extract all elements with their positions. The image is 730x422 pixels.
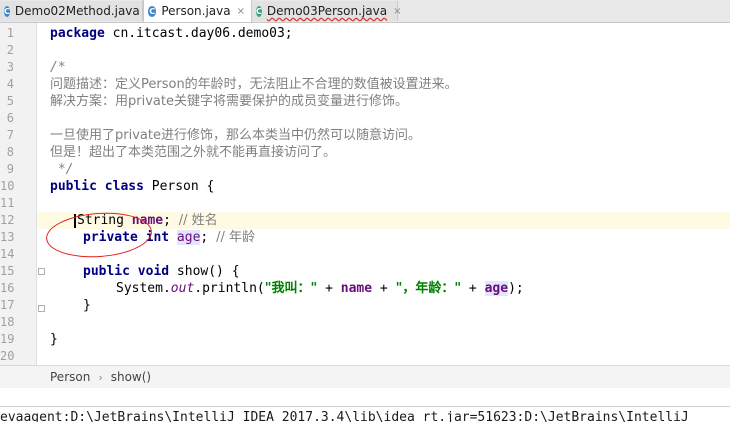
code-text: + [317, 281, 341, 296]
line-number: 9 [6, 162, 14, 176]
breadcrumb-item-method[interactable]: show() [107, 370, 155, 384]
line-number: 11 [0, 196, 15, 210]
code-text: ; [163, 213, 179, 228]
field-name: age [484, 281, 509, 296]
line-number: 7 [6, 128, 14, 142]
java-class-icon: C [148, 5, 157, 17]
chevron-right-icon: › [98, 370, 103, 384]
java-class-icon: C [256, 5, 262, 17]
line-number: 1 [6, 26, 14, 40]
comment: // 姓名 [178, 213, 218, 228]
code-text: } [50, 332, 58, 347]
code-line: /* [37, 59, 730, 76]
line-number: 16 [0, 281, 15, 295]
code-text: .println( [194, 281, 265, 296]
comment: // 年龄 [216, 230, 255, 245]
code-line: } [37, 331, 730, 348]
line-number: 20 [0, 349, 15, 363]
code-line: 问题描述：定义Person的年龄时，无法阻止不合理的数值被设置进来。 [37, 76, 730, 93]
comment: 问题描述：定义Person的年龄时，无法阻止不合理的数值被设置进来。 [50, 77, 458, 92]
line-number: 5 [6, 94, 14, 108]
code-text: System. [116, 281, 171, 296]
code-line: package cn.itcast.day06.demo03; [37, 25, 730, 42]
tab-label: Person.java [161, 4, 231, 18]
code-text: + [372, 281, 396, 296]
code-text: cn.itcast.day06.demo03; [104, 26, 293, 41]
code-line-current: String name; // 姓名 [37, 212, 730, 229]
line-number: 4 [6, 77, 14, 91]
line-number: 13 [0, 230, 15, 244]
comment: 一旦使用了private进行修饰，那么本类当中仍然可以随意访问。 [50, 128, 421, 143]
close-icon[interactable]: × [393, 6, 401, 17]
close-icon[interactable]: × [237, 6, 245, 17]
code-line: } [37, 297, 730, 314]
comment: 但是！超出了本类范围之外就不能再直接访问了。 [50, 145, 337, 160]
line-number: 19 [0, 332, 15, 346]
line-number-gutter[interactable]: 1 2 3 4 5 6 7 8 9 10 11 12 13 14 15 16 1… [0, 23, 37, 365]
line-number: 12 [0, 213, 15, 227]
code-text: show() { [169, 264, 240, 279]
editor-tab-bar: C Demo02Method.java × C Person.java × C … [0, 0, 730, 23]
tab-person[interactable]: C Person.java × [143, 0, 252, 22]
string-literal: "我叫：" [264, 281, 318, 296]
code-line: */ [37, 161, 730, 178]
comment: 解决方案：用private关键字将需要保护的成员变量进行修饰。 [50, 94, 408, 109]
field-name: age [176, 230, 201, 245]
breadcrumb: Person › show() [0, 365, 730, 388]
code-editor[interactable]: package cn.itcast.day06.demo03; /* 问题描述：… [37, 23, 730, 365]
code-line: System.out.println("我叫：" + name + "，年龄："… [37, 280, 730, 297]
line-number: 10 [0, 179, 15, 193]
comment: /* [50, 60, 66, 75]
line-number: 2 [6, 43, 14, 57]
keyword: public void [83, 264, 170, 279]
line-number: 6 [6, 111, 14, 125]
line-number: 8 [6, 145, 14, 159]
keyword: package [50, 26, 105, 41]
keyword: private int [83, 230, 177, 245]
panel-divider [0, 388, 730, 406]
code-line: 解决方案：用private关键字将需要保护的成员变量进行修饰。 [37, 93, 730, 110]
code-line: 一旦使用了private进行修饰，那么本类当中仍然可以随意访问。 [37, 127, 730, 144]
run-console-output[interactable]: evaagent:D:\JetBrains\IntelliJ IDEA 2017… [0, 406, 730, 422]
field-name: name [340, 281, 373, 296]
code-line: 但是！超出了本类范围之外就不能再直接访问了。 [37, 144, 730, 161]
code-text: } [83, 298, 91, 313]
string-literal: "，年龄：" [395, 281, 462, 296]
tab-label: Demo03Person.java [266, 4, 388, 18]
line-number: 14 [0, 247, 15, 261]
code-text: String [77, 213, 132, 228]
code-text: ); [508, 281, 524, 296]
line-number: 3 [6, 60, 14, 74]
line-number: 17 [0, 298, 15, 312]
static-field: out [170, 281, 195, 296]
code-line: public class Person { [37, 178, 730, 195]
tab-demo03person[interactable]: C Demo03Person.java × [252, 1, 401, 21]
breadcrumb-item-class[interactable]: Person [46, 370, 94, 384]
code-line: public void show() { [37, 263, 730, 280]
text-caret [74, 213, 76, 228]
field-name: name [131, 213, 164, 228]
tab-demo02method[interactable]: C Demo02Method.java × [0, 1, 154, 21]
line-number: 18 [0, 315, 15, 329]
code-text: ; [200, 230, 217, 245]
keyword: public class [50, 179, 144, 194]
code-text: + [461, 281, 485, 296]
code-text: Person { [143, 179, 215, 194]
code-line: private int age; // 年龄 [37, 229, 730, 246]
line-number: 15 [0, 264, 15, 278]
java-class-icon: C [4, 5, 10, 17]
tab-label: Demo02Method.java [14, 4, 140, 18]
comment: */ [50, 162, 74, 177]
console-text: evaagent:D:\JetBrains\IntelliJ IDEA 2017… [0, 410, 689, 422]
